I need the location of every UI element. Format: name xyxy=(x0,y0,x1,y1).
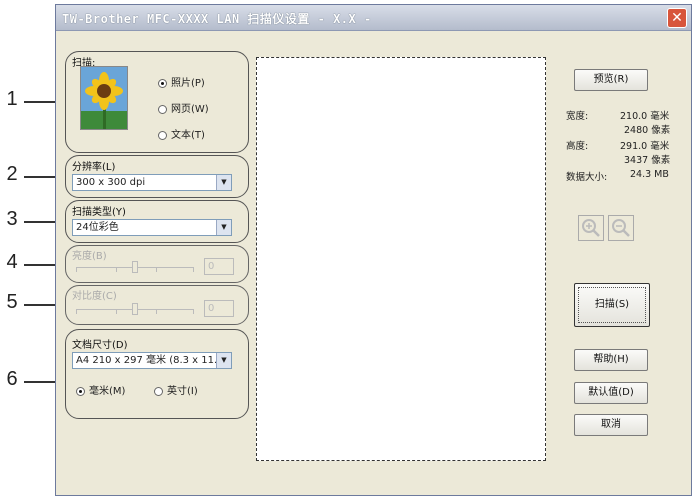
cancel-button[interactable]: 取消 xyxy=(574,414,648,436)
callout-5: 5 xyxy=(6,291,18,313)
radio-text-dot xyxy=(158,130,167,140)
callout-2: 2 xyxy=(6,163,18,185)
zoom-in-button[interactable] xyxy=(578,215,604,241)
height-px: 3437 像素 xyxy=(624,155,671,166)
radio-mm-label: 毫米(M) xyxy=(89,386,126,397)
zoom-out-icon xyxy=(612,219,630,237)
scan-type-group: 扫描类型(Y) 24位彩色 ▼ xyxy=(65,200,249,243)
brightness-tick xyxy=(76,268,77,272)
width-px: 2480 像素 xyxy=(624,125,671,136)
callout-4: 4 xyxy=(6,251,18,273)
radio-photo[interactable]: 照片(P) xyxy=(158,74,205,89)
document-size-group: 文档尺寸(D) A4 210 x 297 毫米 (8.3 x 11. ▼ 毫米(M… xyxy=(65,329,249,419)
photo-thumbnail xyxy=(80,66,128,130)
radio-inch-dot xyxy=(154,386,163,396)
brightness-tick xyxy=(193,268,194,272)
resolution-label: 分辨率(L) xyxy=(72,162,116,173)
resolution-select[interactable]: 300 x 300 dpi ▼ xyxy=(72,174,232,191)
radio-web[interactable]: 网页(W) xyxy=(158,100,209,115)
radio-photo-dot xyxy=(158,78,167,88)
data-size-value: 24.3 MB xyxy=(630,169,669,180)
brightness-group: 亮度(B) 0 xyxy=(65,245,249,283)
contrast-tick xyxy=(156,310,157,314)
radio-web-dot xyxy=(158,104,167,114)
brightness-label: 亮度(B) xyxy=(72,251,107,262)
width-label: 宽度: xyxy=(566,111,589,122)
chevron-down-icon: ▼ xyxy=(216,175,231,190)
height-mm: 291.0 毫米 xyxy=(620,141,670,152)
scan-type-label: 扫描类型(Y) xyxy=(72,207,126,218)
radio-text[interactable]: 文本(T) xyxy=(158,126,205,141)
radio-web-label: 网页(W) xyxy=(171,104,209,115)
chevron-down-icon: ▼ xyxy=(216,220,231,235)
resolution-group: 分辨率(L) 300 x 300 dpi ▼ xyxy=(65,155,249,198)
help-button[interactable]: 帮助(H) xyxy=(574,349,648,371)
radio-mm-dot xyxy=(76,386,85,396)
callout-1: 1 xyxy=(6,88,18,110)
scan-button-label: 扫描(S) xyxy=(594,299,630,310)
contrast-group: 对比度(C) 0 xyxy=(65,285,249,325)
window-title: TW-Brother MFC-XXXX LAN 扫描仪设置 - X.X - xyxy=(62,12,372,26)
preview-button[interactable]: 预览(R) xyxy=(574,69,648,91)
zoom-out-button[interactable] xyxy=(608,215,634,241)
preview-area[interactable] xyxy=(256,57,546,461)
contrast-tick xyxy=(116,310,117,314)
default-button[interactable]: 默认值(D) xyxy=(574,382,648,404)
contrast-tick xyxy=(76,310,77,314)
brightness-value-field[interactable]: 0 xyxy=(204,258,234,275)
radio-text-label: 文本(T) xyxy=(171,130,205,141)
radio-inch[interactable]: 英寸(I) xyxy=(154,382,198,397)
contrast-value-field[interactable]: 0 xyxy=(204,300,234,317)
contrast-slider-thumb[interactable] xyxy=(132,303,138,315)
height-label: 高度: xyxy=(566,141,589,152)
document-size-value: A4 210 x 297 毫米 (8.3 x 11. xyxy=(76,355,218,366)
width-mm: 210.0 毫米 xyxy=(620,111,670,122)
radio-inch-label: 英寸(I) xyxy=(167,386,198,397)
scan-button[interactable]: 扫描(S) xyxy=(574,283,650,327)
close-button[interactable]: ✕ xyxy=(667,8,687,28)
radio-mm[interactable]: 毫米(M) xyxy=(76,382,125,397)
contrast-tick xyxy=(193,310,194,314)
brightness-tick xyxy=(156,268,157,272)
brightness-tick xyxy=(116,268,117,272)
callout-6: 6 xyxy=(6,368,18,390)
scanner-settings-window: TW-Brother MFC-XXXX LAN 扫描仪设置 - X.X - ✕ … xyxy=(55,4,692,496)
callout-3: 3 xyxy=(6,208,18,230)
scan-type-select[interactable]: 24位彩色 ▼ xyxy=(72,219,232,236)
brightness-slider-thumb[interactable] xyxy=(132,261,138,273)
chevron-down-icon: ▼ xyxy=(216,353,231,368)
sunflower-image xyxy=(81,67,127,129)
radio-photo-label: 照片(P) xyxy=(171,78,205,89)
data-size-label: 数据大小: xyxy=(566,172,608,183)
title-bar: TW-Brother MFC-XXXX LAN 扫描仪设置 - X.X - ✕ xyxy=(56,5,691,31)
zoom-in-icon xyxy=(582,219,600,237)
scan-group: 扫描: 照片(P) 网页(W) 文本(T) xyxy=(65,51,249,153)
resolution-value: 300 x 300 dpi xyxy=(76,177,146,188)
scan-type-value: 24位彩色 xyxy=(76,222,119,233)
contrast-label: 对比度(C) xyxy=(72,291,117,302)
document-size-label: 文档尺寸(D) xyxy=(72,340,128,351)
document-size-select[interactable]: A4 210 x 297 毫米 (8.3 x 11. ▼ xyxy=(72,352,232,369)
